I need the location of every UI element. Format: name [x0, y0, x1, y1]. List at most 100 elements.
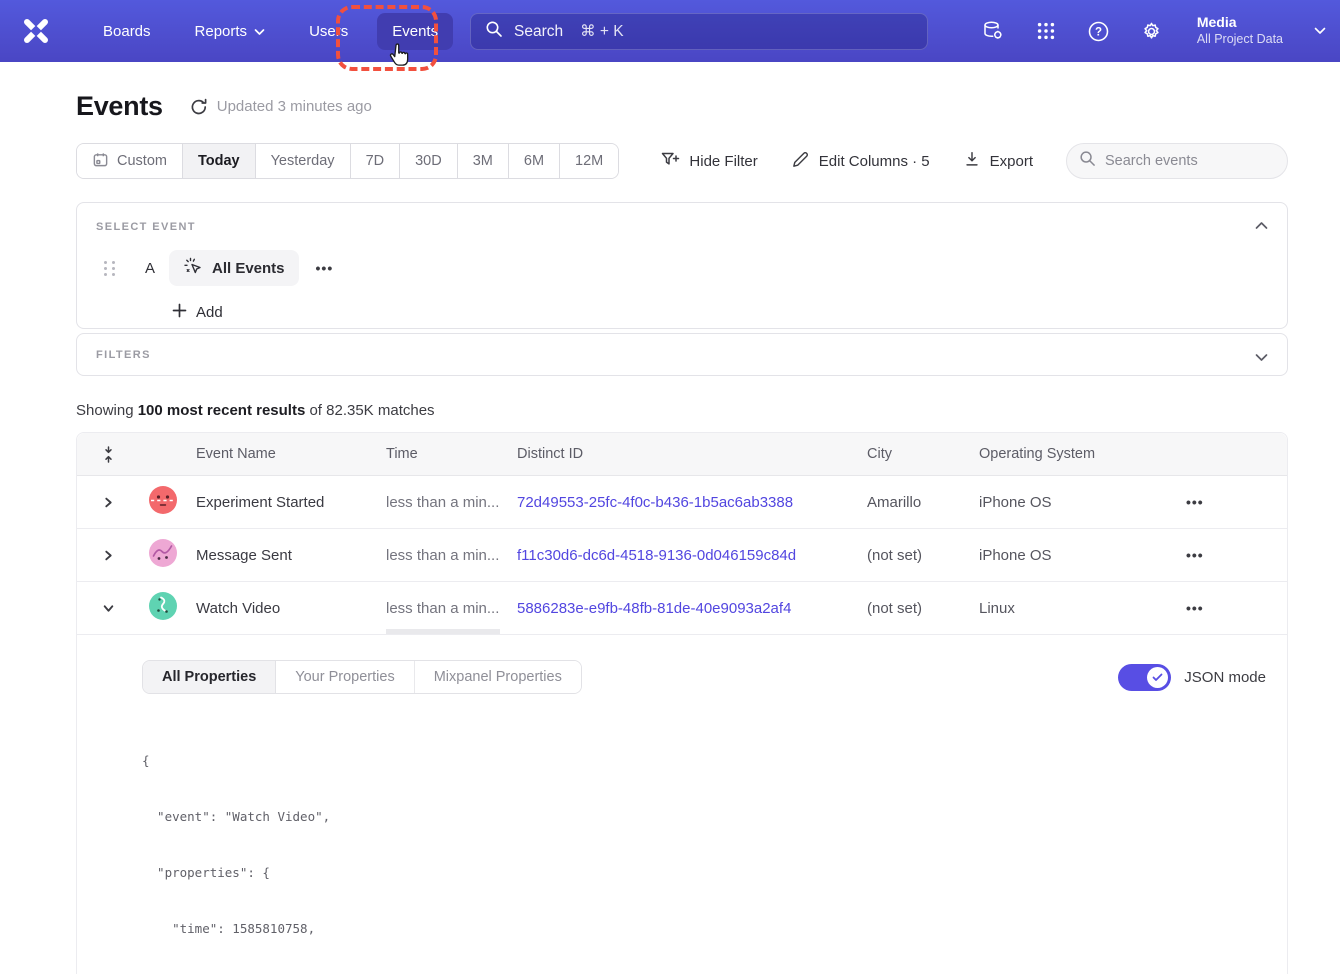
table-row[interactable]: Message Sent less than a min... f11c30d6… — [77, 529, 1287, 582]
cell-time: less than a min... — [379, 547, 510, 564]
filter-funnel-icon — [660, 150, 680, 173]
refresh-icon[interactable] — [189, 97, 209, 117]
apps-grid-icon[interactable] — [1034, 19, 1058, 43]
cell-os: iPhone OS — [972, 494, 1179, 511]
svg-text:?: ? — [1095, 26, 1102, 38]
calendar-icon — [92, 151, 109, 172]
date-range-yesterday[interactable]: Yesterday — [256, 144, 351, 178]
column-header-distinct-id[interactable]: Distinct ID — [510, 446, 860, 462]
date-range-6m[interactable]: 6M — [509, 144, 560, 178]
cell-city: (not set) — [860, 600, 972, 617]
results-summary: Showing 100 most recent results of 82.35… — [76, 402, 1288, 419]
add-event-button[interactable]: Add — [172, 303, 1268, 322]
project-name: Media — [1197, 14, 1283, 32]
project-chevron-down-icon[interactable] — [1314, 22, 1326, 40]
search-label: Search — [514, 23, 563, 41]
row-expand-chevron-icon[interactable] — [77, 550, 133, 561]
event-detail-panel: All Properties Your Properties Mixpanel … — [77, 635, 1287, 974]
cell-os: Linux — [972, 600, 1179, 617]
cell-distinct-id-link[interactable]: f11c30d6-dc6d-4518-9136-0d046159c84d — [510, 547, 860, 564]
column-header-os[interactable]: Operating System — [972, 446, 1179, 462]
table-row[interactable]: Experiment Started less than a min... 72… — [77, 476, 1287, 529]
json-mode-toggle[interactable] — [1118, 664, 1171, 691]
page-header: Events Updated 3 minutes ago — [76, 91, 1288, 122]
table-row-expanded[interactable]: Watch Video less than a min... 5886283e-… — [77, 582, 1287, 635]
edit-columns-button[interactable]: Edit Columns · 5 — [791, 150, 930, 173]
primary-nav: Boards Reports Users Events — [88, 13, 453, 50]
controls-row: Custom Today Yesterday 7D 30D 3M 6M 12M … — [76, 143, 1288, 179]
date-range-custom[interactable]: Custom — [77, 144, 183, 178]
row-expand-chevron-icon[interactable] — [77, 497, 133, 508]
json-line: "properties": { — [142, 864, 1266, 883]
project-selector[interactable]: Media All Project Data — [1197, 14, 1283, 47]
drag-handle-icon[interactable] — [104, 261, 118, 276]
search-icon — [485, 20, 503, 43]
time-hover-underline — [386, 629, 500, 634]
toggle-knob-check-icon — [1147, 667, 1168, 688]
json-line: "time": 1585810758, — [142, 920, 1266, 939]
settings-gear-icon[interactable] — [1140, 19, 1164, 43]
download-icon — [963, 150, 981, 172]
event-chip-all-events[interactable]: All Events — [169, 250, 299, 286]
collapse-all-icon[interactable] — [77, 446, 133, 463]
nav-item-boards[interactable]: Boards — [88, 13, 166, 50]
cell-time: less than a min... — [379, 494, 510, 511]
mixpanel-logo-icon[interactable] — [18, 14, 54, 48]
chevron-up-icon[interactable] — [1255, 217, 1268, 235]
properties-tabs: All Properties Your Properties Mixpanel … — [142, 660, 582, 694]
json-mode-label: JSON mode — [1184, 669, 1266, 686]
event-more-options-icon[interactable]: ••• — [316, 260, 334, 276]
column-header-city[interactable]: City — [860, 446, 972, 462]
row-more-options-icon[interactable]: ••• — [1186, 600, 1204, 616]
top-navbar: Boards Reports Users Events Search ⌘ + K — [0, 0, 1340, 62]
column-header-time[interactable]: Time — [379, 446, 510, 462]
event-avatar-icon — [148, 502, 178, 519]
event-letter: A — [142, 260, 158, 277]
event-selector-row: A All Events ••• — [96, 250, 1268, 286]
cell-event-name: Message Sent — [189, 547, 379, 564]
hide-filter-button[interactable]: Hide Filter — [660, 150, 757, 173]
column-header-event-name[interactable]: Event Name — [189, 446, 379, 462]
row-collapse-chevron-icon[interactable] — [77, 603, 133, 614]
project-scope: All Project Data — [1197, 32, 1283, 48]
main-content: Events Updated 3 minutes ago Custom Toda… — [76, 91, 1288, 974]
last-updated-text: Updated 3 minutes ago — [217, 98, 372, 115]
filters-label: FILTERS — [96, 349, 151, 361]
plus-icon — [172, 303, 187, 322]
select-event-panel: SELECT EVENT A All Events ••• — [76, 202, 1288, 329]
chevron-down-icon[interactable] — [1255, 349, 1268, 367]
filters-panel[interactable]: FILTERS — [76, 333, 1288, 376]
global-search-input[interactable]: Search ⌘ + K — [470, 13, 928, 50]
row-more-options-icon[interactable]: ••• — [1186, 494, 1204, 510]
nav-item-events[interactable]: Events — [377, 13, 453, 50]
row-more-options-icon[interactable]: ••• — [1186, 547, 1204, 563]
nav-item-reports[interactable]: Reports — [180, 13, 281, 50]
date-range-30d[interactable]: 30D — [400, 144, 458, 178]
export-button[interactable]: Export — [963, 150, 1033, 172]
search-events-field[interactable] — [1066, 143, 1288, 179]
tab-all-properties[interactable]: All Properties — [143, 661, 276, 693]
nav-item-users[interactable]: Users — [294, 13, 363, 50]
date-range-3m[interactable]: 3M — [458, 144, 509, 178]
events-table: Event Name Time Distinct ID City Operati… — [76, 432, 1288, 974]
event-cursor-sparkle-icon — [183, 256, 203, 280]
tab-your-properties[interactable]: Your Properties — [276, 661, 414, 693]
navbar-right: ? Media All Project Data — [981, 0, 1326, 62]
date-range-12m[interactable]: 12M — [560, 144, 618, 178]
date-range-today[interactable]: Today — [183, 144, 256, 178]
help-icon[interactable]: ? — [1087, 19, 1111, 43]
search-icon — [1079, 150, 1096, 172]
controls-right: Hide Filter Edit Columns · 5 Export — [660, 143, 1288, 179]
event-json-viewer: { "event": "Watch Video", "properties": … — [142, 715, 1266, 974]
page-title: Events — [76, 91, 163, 122]
event-avatar-icon — [148, 608, 178, 625]
json-line: { — [142, 752, 1266, 771]
cell-distinct-id-link[interactable]: 5886283e-e9fb-48fb-81de-40e9093a2af4 — [510, 600, 860, 617]
cell-time: less than a min... — [379, 600, 510, 617]
cell-distinct-id-link[interactable]: 72d49553-25fc-4f0c-b436-1b5ac6ab3388 — [510, 494, 860, 511]
tab-mixpanel-properties[interactable]: Mixpanel Properties — [415, 661, 581, 693]
search-events-input[interactable] — [1105, 153, 1265, 169]
date-range-7d[interactable]: 7D — [351, 144, 401, 178]
data-management-icon[interactable] — [981, 19, 1005, 43]
cell-os: iPhone OS — [972, 547, 1179, 564]
